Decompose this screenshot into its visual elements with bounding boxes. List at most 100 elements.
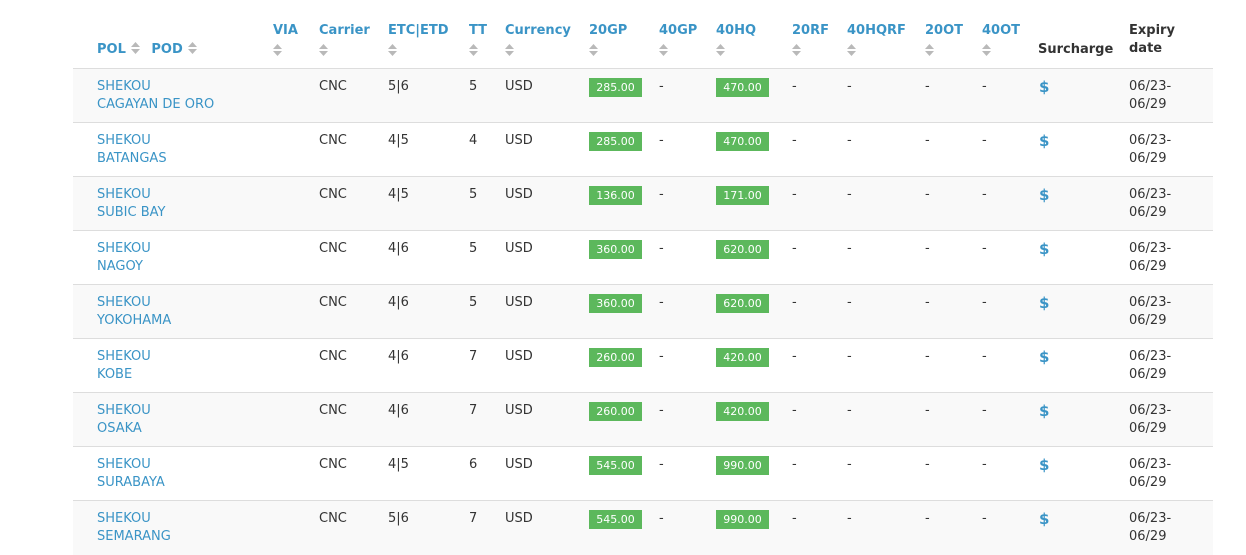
sort-icon[interactable] <box>505 44 514 56</box>
expiry-cell: 06/23- 06/29 <box>1129 177 1213 231</box>
sort-40gp-link[interactable]: 40GP <box>659 22 697 40</box>
price-40hq-badge[interactable]: 171.00 <box>716 186 769 205</box>
sort-icon[interactable] <box>273 44 282 56</box>
dollar-icon[interactable]: $ <box>1039 456 1049 474</box>
pol-link[interactable]: SHEKOU <box>97 294 273 312</box>
sort-20rf-link[interactable]: 20RF <box>792 22 829 40</box>
price-40gp-cell: - <box>659 403 664 418</box>
price-20gp-badge[interactable]: 545.00 <box>589 510 642 529</box>
pod-link[interactable]: SEMARANG <box>97 528 273 546</box>
sort-currency-link[interactable]: Currency <box>505 22 571 40</box>
price-20gp-badge[interactable]: 285.00 <box>589 132 642 151</box>
pol-link[interactable]: SHEKOU <box>97 240 273 258</box>
dollar-icon[interactable]: $ <box>1039 294 1049 312</box>
sort-tt-link[interactable]: TT <box>469 22 487 40</box>
pod-link[interactable]: CAGAYAN DE ORO <box>97 96 273 114</box>
price-40hq-badge[interactable]: 420.00 <box>716 348 769 367</box>
sort-icon[interactable] <box>469 44 478 56</box>
price-40hqrf-cell: - <box>847 133 852 148</box>
dollar-icon[interactable]: $ <box>1039 348 1049 366</box>
currency-cell: USD <box>505 349 533 364</box>
price-20gp-badge[interactable]: 260.00 <box>589 348 642 367</box>
sort-20gp-link[interactable]: 20GP <box>589 22 627 40</box>
expiry-cell: 06/23- 06/29 <box>1129 501 1213 555</box>
sort-icon[interactable] <box>187 42 197 54</box>
price-20gp-badge[interactable]: 360.00 <box>589 294 642 313</box>
price-40gp-cell: - <box>659 241 664 256</box>
surcharge-cell: $ <box>1038 177 1129 231</box>
surcharge-cell: $ <box>1038 231 1129 285</box>
price-20gp-badge[interactable]: 360.00 <box>589 240 642 259</box>
sort-icon[interactable] <box>716 44 725 56</box>
pol-link[interactable]: SHEKOU <box>97 186 273 204</box>
dollar-icon[interactable]: $ <box>1039 132 1049 150</box>
via-cell <box>273 231 319 285</box>
pol-link[interactable]: SHEKOU <box>97 132 273 150</box>
pol-link[interactable]: SHEKOU <box>97 510 273 528</box>
price-20gp-badge[interactable]: 545.00 <box>589 456 642 475</box>
price-40ot-cell: - <box>982 457 987 472</box>
pod-link[interactable]: SUBIC BAY <box>97 204 273 222</box>
sort-40ot-link[interactable]: 40OT <box>982 22 1020 40</box>
etc-etd-cell: 4|6 <box>388 241 409 256</box>
dollar-icon[interactable]: $ <box>1039 402 1049 420</box>
pod-link[interactable]: NAGOY <box>97 258 273 276</box>
price-20gp-cell: 285.00 <box>589 123 659 177</box>
price-20gp-badge[interactable]: 136.00 <box>589 186 642 205</box>
sort-pol-link[interactable]: POL <box>97 42 126 57</box>
sort-icon[interactable] <box>589 44 598 56</box>
sort-icon[interactable] <box>847 44 856 56</box>
price-40hq-badge[interactable]: 470.00 <box>716 132 769 151</box>
dollar-icon[interactable]: $ <box>1039 78 1049 96</box>
price-20gp-badge[interactable]: 285.00 <box>589 78 642 97</box>
price-20rf-cell: - <box>792 133 797 148</box>
expiry-start: 06/23- <box>1129 403 1172 418</box>
sort-etc-etd-link[interactable]: ETC|ETD <box>388 22 449 40</box>
expiry-date-header: Expiry date <box>1129 23 1175 56</box>
price-40hq-badge[interactable]: 420.00 <box>716 402 769 421</box>
sort-icon[interactable] <box>925 44 934 56</box>
price-20ot-cell: - <box>925 457 930 472</box>
pod-link[interactable]: BATANGAS <box>97 150 273 168</box>
dollar-icon[interactable]: $ <box>1039 510 1049 528</box>
pod-link[interactable]: OSAKA <box>97 420 273 438</box>
pod-link[interactable]: YOKOHAMA <box>97 312 273 330</box>
currency-cell: USD <box>505 79 533 94</box>
sort-20ot-link[interactable]: 20OT <box>925 22 963 40</box>
price-20gp-cell: 136.00 <box>589 177 659 231</box>
sort-icon[interactable] <box>792 44 801 56</box>
pod-link[interactable]: SURABAYA <box>97 474 273 492</box>
price-40hq-badge[interactable]: 620.00 <box>716 240 769 259</box>
sort-carrier-link[interactable]: Carrier <box>319 22 370 40</box>
dollar-icon[interactable]: $ <box>1039 240 1049 258</box>
sort-via-link[interactable]: VIA <box>273 22 298 40</box>
col-20gp: 20GP <box>589 0 659 69</box>
pol-link[interactable]: SHEKOU <box>97 348 273 366</box>
price-40ot-cell: - <box>982 133 987 148</box>
price-40hq-badge[interactable]: 990.00 <box>716 510 769 529</box>
col-20ot: 20OT <box>925 0 982 69</box>
price-20gp-badge[interactable]: 260.00 <box>589 402 642 421</box>
price-40hq-badge[interactable]: 990.00 <box>716 456 769 475</box>
route-cell: SHEKOU SURABAYA <box>73 447 273 501</box>
sort-icon[interactable] <box>319 44 328 56</box>
sort-icon[interactable] <box>130 42 140 54</box>
via-cell <box>273 447 319 501</box>
price-40hqrf-cell: - <box>847 349 852 364</box>
price-40hq-badge[interactable]: 620.00 <box>716 294 769 313</box>
sort-40hqrf-link[interactable]: 40HQRF <box>847 22 906 40</box>
sort-40hq-link[interactable]: 40HQ <box>716 22 756 40</box>
pol-link[interactable]: SHEKOU <box>97 402 273 420</box>
sort-icon[interactable] <box>982 44 991 56</box>
pod-link[interactable]: KOBE <box>97 366 273 384</box>
expiry-end: 06/29 <box>1129 205 1167 220</box>
pol-link[interactable]: SHEKOU <box>97 78 273 96</box>
price-40hq-badge[interactable]: 470.00 <box>716 78 769 97</box>
price-40hq-cell: 470.00 <box>716 69 792 123</box>
pol-link[interactable]: SHEKOU <box>97 456 273 474</box>
sort-pod-link[interactable]: POD <box>151 42 182 57</box>
dollar-icon[interactable]: $ <box>1039 186 1049 204</box>
expiry-start: 06/23- <box>1129 187 1172 202</box>
sort-icon[interactable] <box>659 44 668 56</box>
sort-icon[interactable] <box>388 44 397 56</box>
